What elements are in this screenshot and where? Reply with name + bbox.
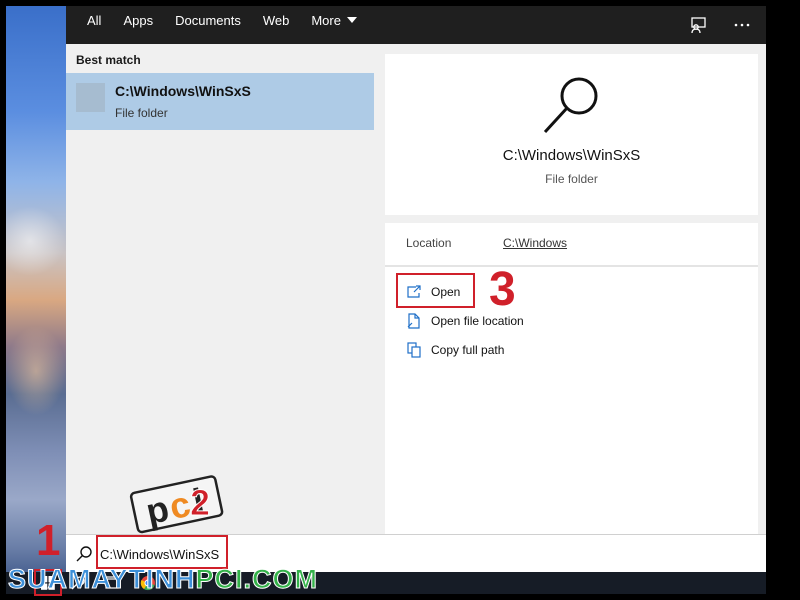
more-options-icon[interactable] (732, 15, 752, 35)
copy-full-path-label: Copy full path (431, 343, 505, 357)
preview-subtitle: File folder (545, 172, 598, 186)
feedback-icon[interactable] (688, 15, 708, 35)
watermark-text-3: .COM (243, 564, 319, 595)
tab-apps[interactable]: Apps (112, 6, 164, 44)
result-title: C:\Windows\WinSxS (115, 83, 251, 99)
site-watermark: SUAMAYTINHPCI.COM (8, 564, 318, 595)
tab-all[interactable]: All (66, 6, 112, 44)
preview-header: C:\Windows\WinSxS File folder (385, 54, 758, 215)
search-input[interactable] (100, 543, 400, 565)
divider (385, 215, 758, 223)
open-icon (406, 284, 422, 300)
results-list: Best match C:\Windows\WinSxS File folder (66, 44, 374, 534)
pci-watermark-logo: p c i 2 (128, 474, 228, 543)
search-magnifier-icon (543, 77, 598, 134)
step-number-2: 2 (189, 482, 211, 524)
file-location-icon (406, 313, 422, 329)
search-icon (76, 546, 92, 562)
tab-more[interactable]: More (300, 6, 368, 44)
chevron-down-icon (346, 16, 357, 23)
location-label: Location (406, 236, 452, 250)
best-match-heading: Best match (76, 53, 141, 67)
search-scope-tabs: All Apps Documents Web More (66, 6, 766, 44)
result-subtitle: File folder (115, 106, 168, 120)
desktop-wallpaper (6, 6, 66, 594)
step-number-1: 1 (36, 516, 61, 565)
preview-pane: C:\Windows\WinSxS File folder Location C… (385, 54, 758, 538)
copy-icon (406, 342, 422, 358)
copy-full-path-action[interactable]: Copy full path (406, 338, 504, 362)
preview-title: C:\Windows\WinSxS (502, 147, 641, 164)
open-label: Open (431, 285, 461, 299)
step-number-3: 3 (489, 263, 516, 316)
wallpaper-cloud (6, 326, 66, 416)
wallpaper-cloud (6, 206, 66, 276)
tab-web[interactable]: Web (252, 6, 301, 44)
location-link[interactable]: C:\Windows (503, 236, 567, 250)
divider (385, 265, 758, 267)
pci-logo-graphic: p c i (129, 475, 224, 534)
folder-icon (76, 83, 105, 112)
tab-documents[interactable]: Documents (164, 6, 252, 44)
tab-more-label: More (311, 13, 341, 28)
location-row: Location C:\Windows (385, 223, 758, 265)
watermark-text-1: SUAMAYTINH (8, 564, 196, 595)
best-match-result[interactable]: C:\Windows\WinSxS File folder (66, 73, 374, 130)
open-action[interactable]: Open (406, 280, 460, 304)
watermark-text-2: PCI (195, 564, 244, 595)
